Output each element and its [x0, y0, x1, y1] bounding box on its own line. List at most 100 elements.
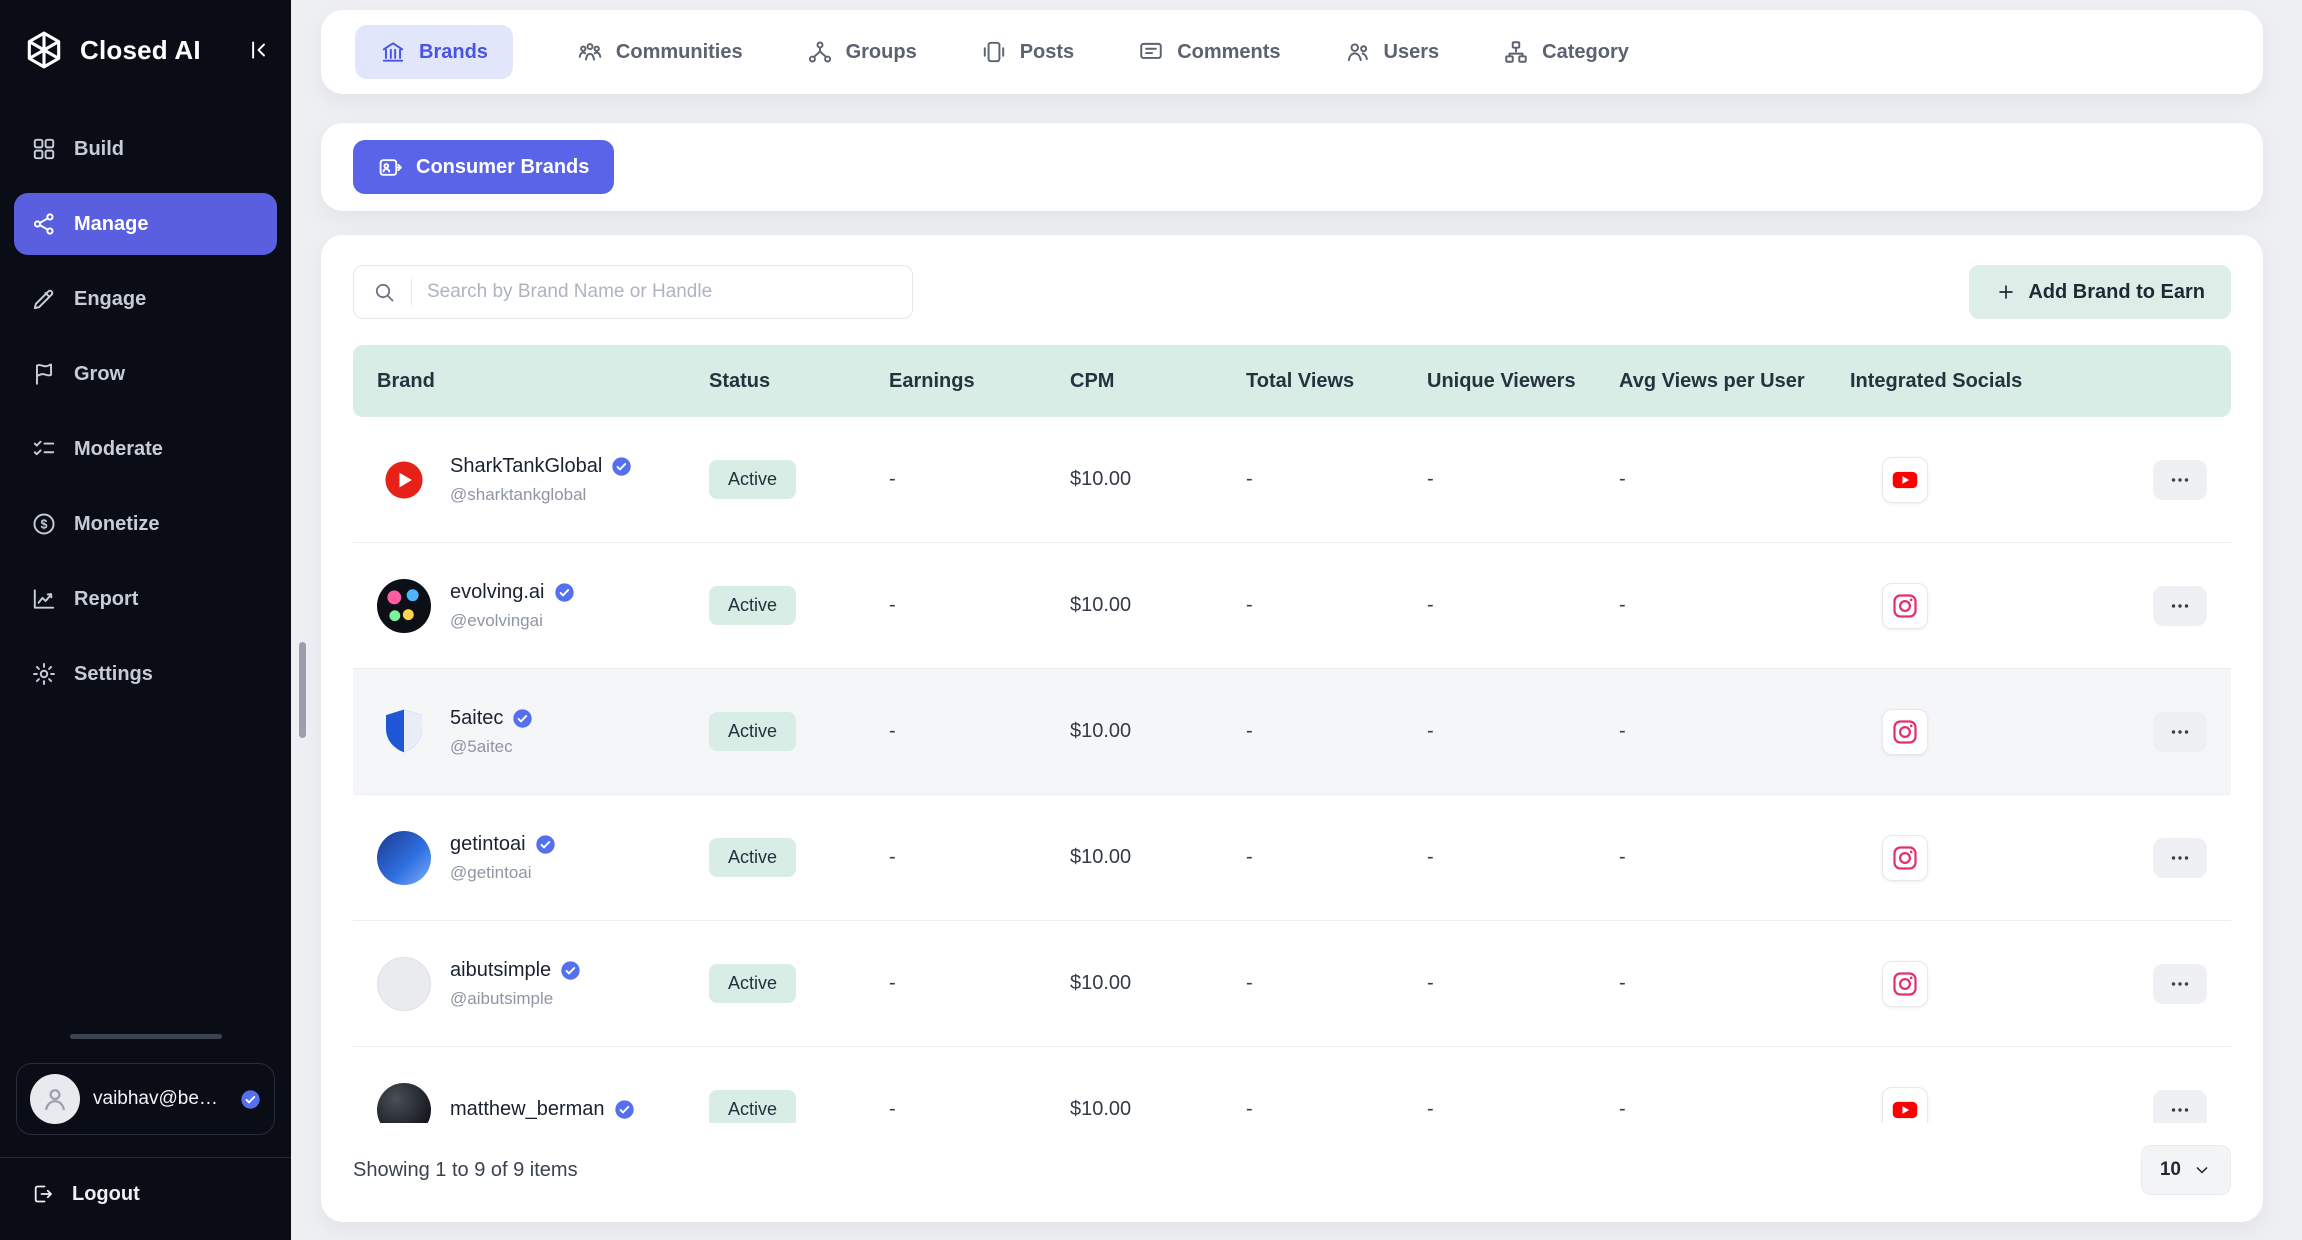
- tab-posts[interactable]: Posts: [981, 25, 1074, 79]
- status-badge: Active: [709, 712, 796, 751]
- unique-viewers-value: -: [1427, 468, 1619, 491]
- brand-avatar: [377, 957, 431, 1011]
- avatar: [30, 1074, 80, 1124]
- logout-button[interactable]: Logout: [16, 1170, 275, 1218]
- row-actions-button[interactable]: [2153, 712, 2207, 752]
- users-icon: [1345, 39, 1371, 65]
- brand-handle: @5aitec: [450, 737, 533, 757]
- table-row[interactable]: getintoai@getintoaiActive-$10.00---: [353, 795, 2231, 921]
- divider: [0, 1157, 291, 1158]
- user-card[interactable]: vaibhav@begenu...: [16, 1063, 275, 1135]
- sidebar-item-build[interactable]: Build: [14, 118, 277, 180]
- brand-handle: @getintoai: [450, 863, 556, 883]
- tab-category[interactable]: Category: [1503, 25, 1629, 79]
- hierarchy-icon: [1503, 39, 1529, 65]
- earnings-value: -: [889, 468, 1070, 491]
- user-email: vaibhav@begenu...: [93, 1088, 227, 1110]
- table-header-row: BrandStatusEarningsCPMTotal ViewsUnique …: [353, 345, 2231, 417]
- sidebar-item-manage[interactable]: Manage: [14, 193, 277, 255]
- brand-cell: 5aitec @5aitec: [377, 705, 709, 759]
- sidebar-scrollbar-thumb[interactable]: [299, 642, 306, 738]
- sidebar-item-monetize[interactable]: $Monetize: [14, 493, 277, 555]
- gear-icon: [31, 661, 57, 687]
- verified-badge-icon: [611, 456, 632, 477]
- youtube-icon[interactable]: [1882, 457, 1928, 503]
- instagram-icon[interactable]: [1882, 961, 1928, 1007]
- tab-label: Comments: [1177, 41, 1280, 64]
- app-title: Closed AI: [80, 35, 201, 66]
- sidebar-item-moderate[interactable]: Moderate: [14, 418, 277, 480]
- tab-comments[interactable]: Comments: [1138, 25, 1280, 79]
- search-box[interactable]: [353, 265, 913, 319]
- tab-groups[interactable]: Groups: [807, 25, 917, 79]
- brand-avatar: [377, 705, 431, 759]
- youtube-icon[interactable]: [1882, 1087, 1928, 1124]
- row-actions-button[interactable]: [2153, 460, 2207, 500]
- main-content: Brands Communities Groups Posts Comments User…: [291, 0, 2302, 1240]
- comment-icon: [1138, 39, 1164, 65]
- row-actions-button[interactable]: [2153, 586, 2207, 626]
- sidebar-collapse-button[interactable]: [245, 37, 271, 63]
- row-actions-button[interactable]: [2153, 1090, 2207, 1124]
- sidebar-item-label: Manage: [74, 213, 148, 236]
- page-size-select[interactable]: 10: [2141, 1145, 2231, 1195]
- table-row[interactable]: matthew_bermanActive-$10.00---: [353, 1047, 2231, 1123]
- tab-label: Users: [1384, 41, 1440, 64]
- sidebar: Closed AI Build Manage Engage Grow Moderate $…: [0, 0, 291, 1240]
- avg-views-per-user-value: -: [1619, 1098, 1850, 1121]
- table-row[interactable]: evolving.ai@evolvingaiActive-$10.00---: [353, 543, 2231, 669]
- tab-brands[interactable]: Brands: [355, 25, 513, 79]
- consumer-brands-button[interactable]: Consumer Brands: [353, 140, 614, 194]
- page-size-value: 10: [2160, 1159, 2181, 1181]
- brand-avatar: [377, 579, 431, 633]
- brand-avatar: [377, 1083, 431, 1124]
- sidebar-drag-handle[interactable]: [70, 1034, 222, 1039]
- row-actions-button[interactable]: [2153, 838, 2207, 878]
- unique-viewers-value: -: [1427, 1098, 1619, 1121]
- total-views-value: -: [1246, 972, 1427, 995]
- table-row[interactable]: SharkTankGlobal@sharktankglobalActive-$1…: [353, 417, 2231, 543]
- brand-name: aibutsimple: [450, 959, 551, 982]
- unique-viewers-value: -: [1427, 972, 1619, 995]
- sidebar-item-label: Grow: [74, 363, 125, 386]
- tab-users[interactable]: Users: [1345, 25, 1440, 79]
- add-brand-label: Add Brand to Earn: [2028, 281, 2205, 304]
- posts-icon: [981, 39, 1007, 65]
- earnings-value: -: [889, 594, 1070, 617]
- plus-icon: [1995, 281, 2017, 303]
- svg-text:$: $: [41, 517, 48, 531]
- total-views-value: -: [1246, 1098, 1427, 1121]
- row-actions-button[interactable]: [2153, 964, 2207, 1004]
- brand-name: evolving.ai: [450, 581, 545, 604]
- avg-views-per-user-value: -: [1619, 720, 1850, 743]
- grid-icon: [31, 136, 57, 162]
- consumer-brands-label: Consumer Brands: [416, 156, 589, 179]
- sidebar-header: Closed AI: [0, 0, 291, 106]
- sidebar-item-grow[interactable]: Grow: [14, 343, 277, 405]
- table-row[interactable]: aibutsimple@aibutsimpleActive-$10.00---: [353, 921, 2231, 1047]
- sidebar-item-label: Settings: [74, 663, 153, 686]
- filter-bar: Consumer Brands: [321, 123, 2263, 211]
- instagram-icon[interactable]: [1882, 583, 1928, 629]
- unique-viewers-value: -: [1427, 846, 1619, 869]
- table-toolbar: Add Brand to Earn: [321, 235, 2263, 345]
- instagram-icon[interactable]: [1882, 835, 1928, 881]
- column-header: Integrated Socials: [1850, 370, 2088, 393]
- instagram-icon[interactable]: [1882, 709, 1928, 755]
- cpm-value: $10.00: [1070, 972, 1246, 995]
- search-input[interactable]: [427, 281, 894, 303]
- brand-name: 5aitec: [450, 707, 503, 730]
- brand-name: getintoai: [450, 833, 526, 856]
- sidebar-item-report[interactable]: Report: [14, 568, 277, 630]
- tab-label: Groups: [846, 41, 917, 64]
- brand-cell: aibutsimple@aibutsimple: [377, 957, 709, 1011]
- table-row[interactable]: 5aitec@5aitecActive-$10.00---: [353, 669, 2231, 795]
- tab-communities[interactable]: Communities: [577, 25, 743, 79]
- sidebar-item-settings[interactable]: Settings: [14, 643, 277, 705]
- status-badge: Active: [709, 964, 796, 1003]
- add-brand-to-earn-button[interactable]: Add Brand to Earn: [1969, 265, 2231, 319]
- brand-avatar: [377, 453, 431, 507]
- verified-badge-icon: [512, 708, 533, 729]
- sidebar-item-engage[interactable]: Engage: [14, 268, 277, 330]
- cpm-value: $10.00: [1070, 720, 1246, 743]
